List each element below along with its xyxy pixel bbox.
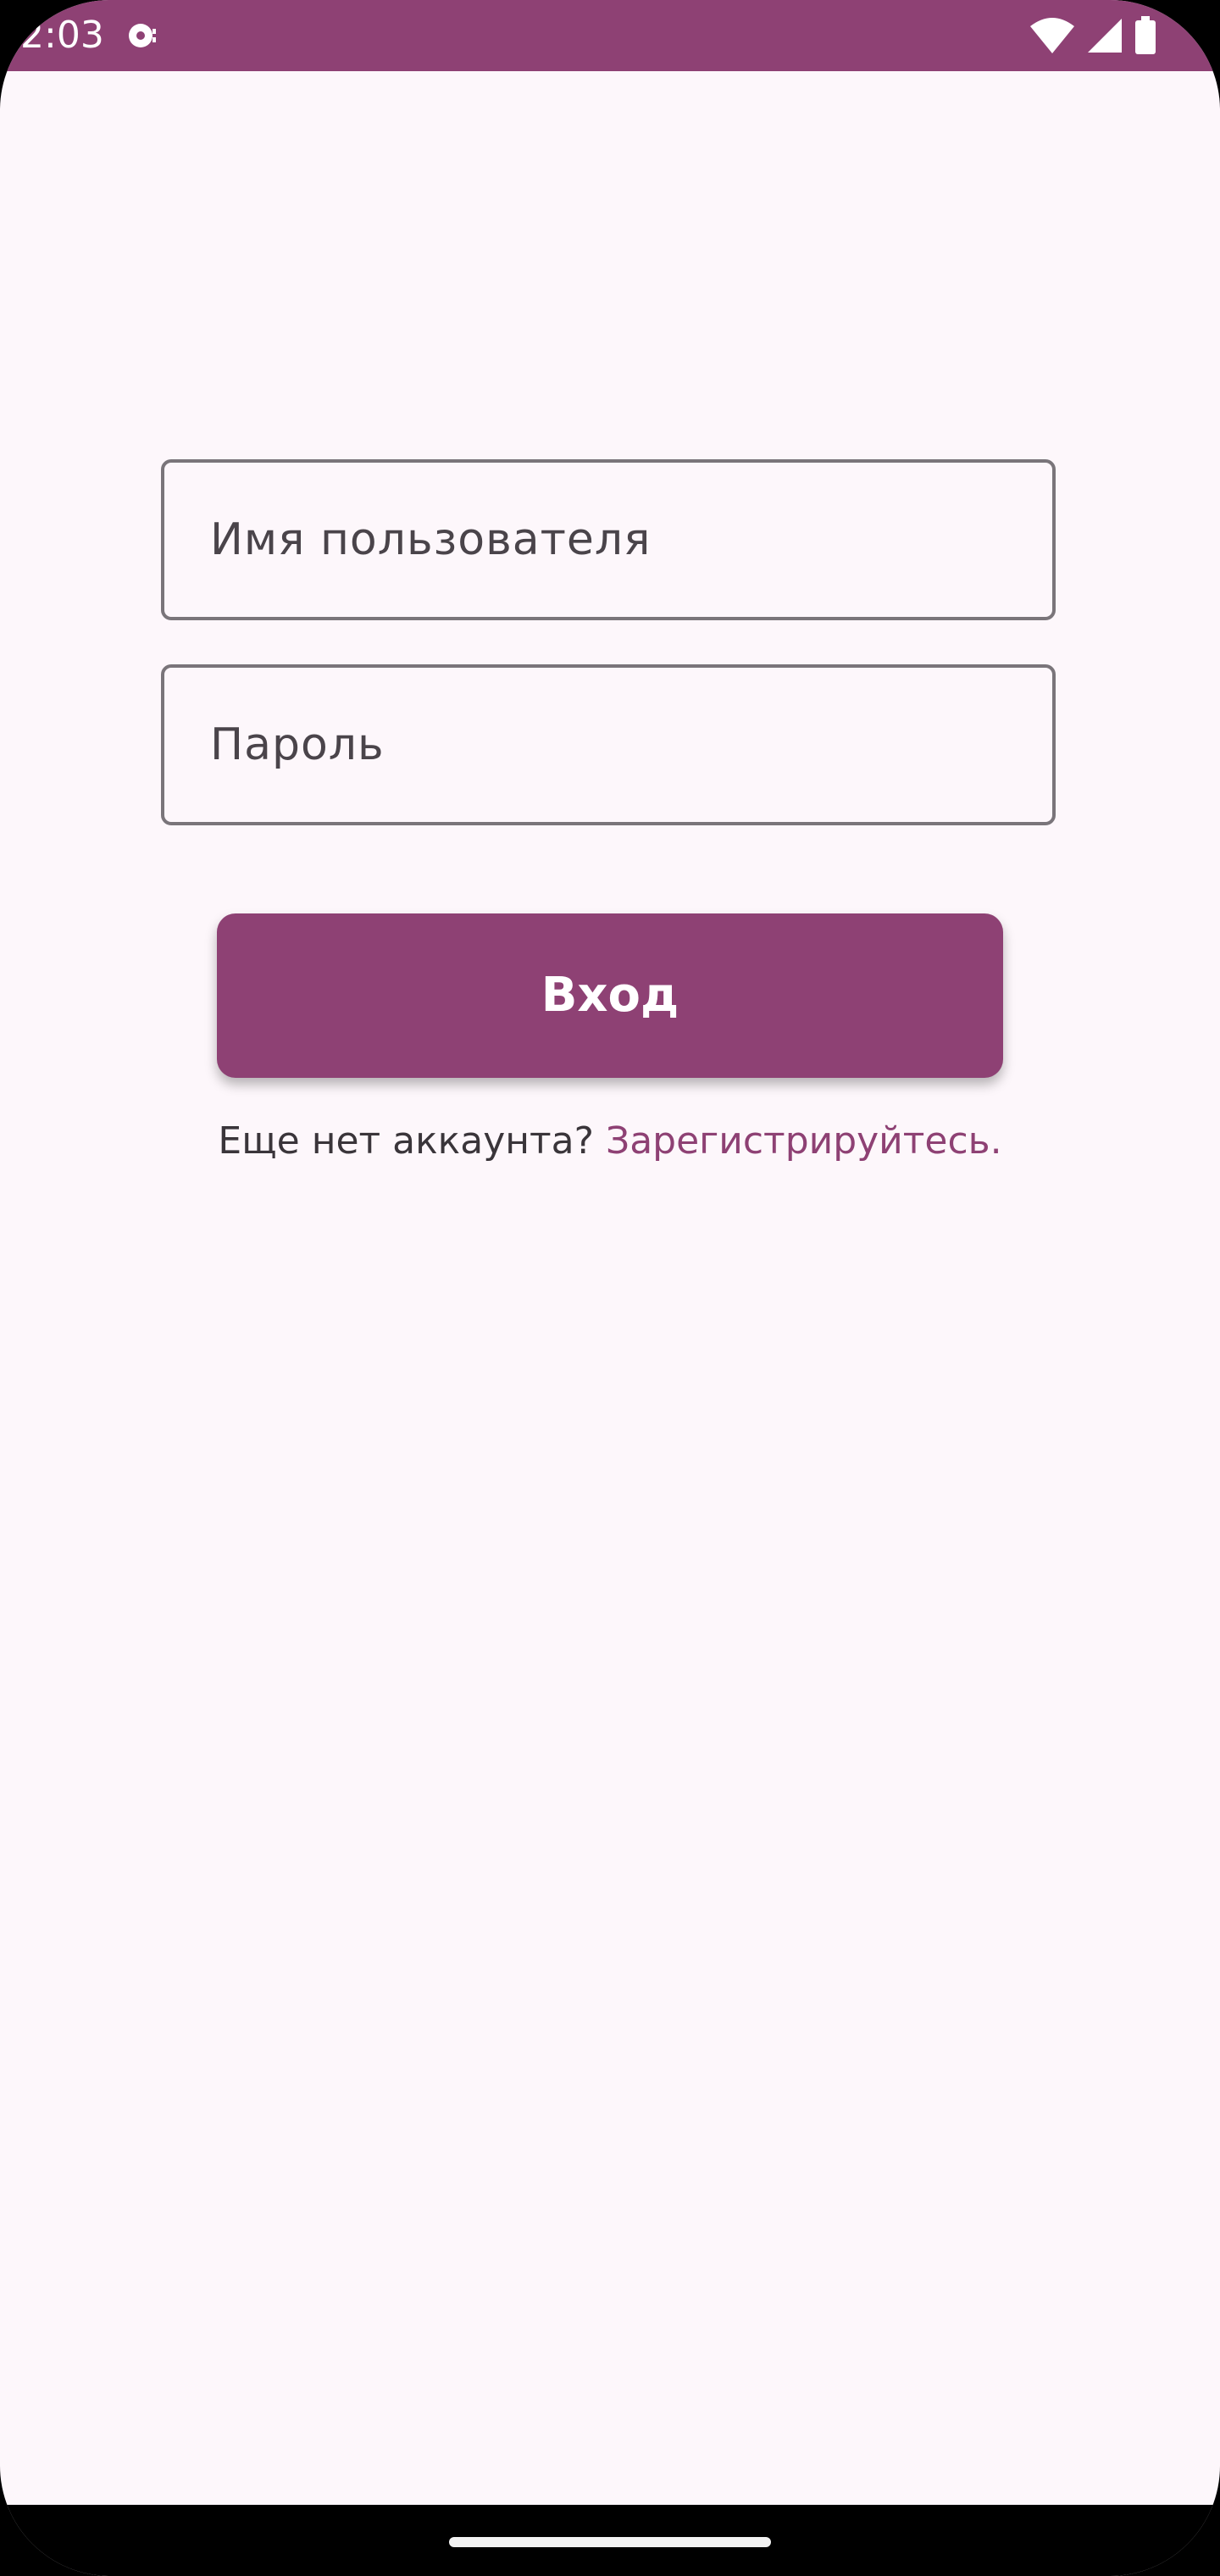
- navigation-bar: [0, 2505, 1220, 2576]
- status-bar: 2:03: [0, 0, 1220, 71]
- login-button[interactable]: Вход: [217, 913, 1003, 1078]
- register-prompt: Еще нет аккаунта? Зарегистрируйтесь.: [0, 1112, 1220, 1171]
- battery-icon: [1135, 16, 1156, 54]
- register-link[interactable]: Зарегистрируйтесь.: [606, 1119, 1002, 1163]
- login-screen: 2:03 Имя пользователя Пароль Вход Еще не…: [0, 0, 1220, 2576]
- notification-icon: [129, 24, 156, 47]
- username-field[interactable]: Имя пользователя: [161, 459, 1056, 620]
- register-prompt-text: Еще нет аккаунта?: [218, 1119, 594, 1163]
- status-time: 2:03: [20, 14, 104, 57]
- wifi-icon: [1030, 18, 1074, 53]
- home-handle[interactable]: [449, 2537, 771, 2547]
- signal-icon: [1088, 19, 1122, 53]
- username-input[interactable]: [164, 463, 1052, 617]
- status-icons: [1029, 14, 1157, 58]
- password-input[interactable]: [164, 668, 1052, 822]
- password-field[interactable]: Пароль: [161, 664, 1056, 825]
